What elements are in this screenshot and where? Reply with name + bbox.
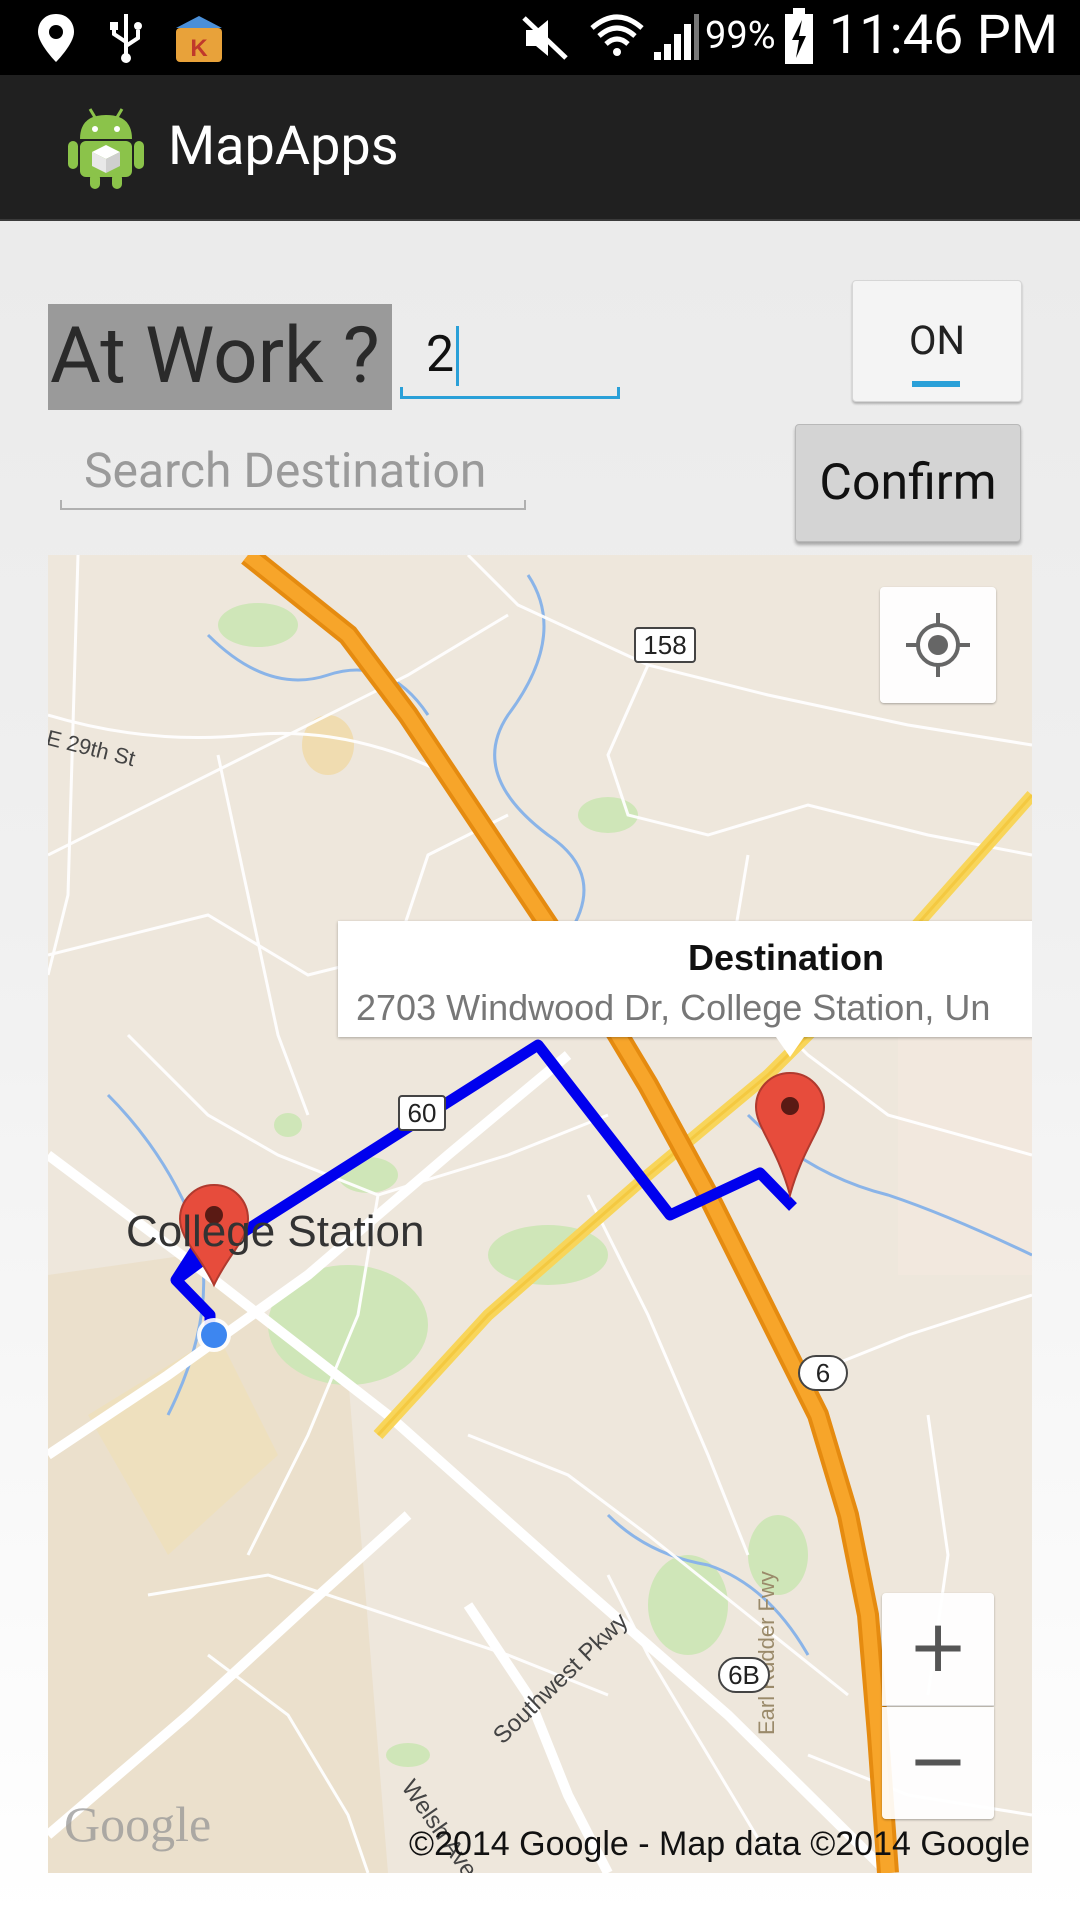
on-toggle-button[interactable]: ON [852,280,1022,402]
location-pin-icon [38,14,74,62]
toggle-indicator [912,381,960,387]
wifi-icon [590,14,644,56]
zoom-out-button[interactable]: − [882,1707,994,1819]
signal-icon [654,14,699,60]
kingroot-app-icon: K [176,16,222,62]
number-input-value: 2 [426,326,455,384]
zoom-in-button[interactable]: + [882,1593,994,1706]
svg-text:K: K [190,35,208,62]
input-underline-tick [524,500,526,510]
app-title: MapApps [168,115,399,178]
info-window-tail [776,1037,804,1057]
text-cursor [456,326,459,386]
route-shield-158: 158 [634,627,696,663]
info-window-address: 2703 Windwood Dr, College Station, Un [356,987,991,1028]
my-location-button[interactable] [880,587,996,703]
street-label: Earl Rudder Fwy [754,1571,779,1735]
at-work-label: At Work ? [48,304,392,410]
android-app-icon [68,108,144,189]
map-view[interactable]: E 29th St College Station Southwest Pkwy… [48,555,1032,1873]
search-destination-input[interactable]: Search Destination [60,434,526,510]
mute-icon [522,16,568,60]
input-underline-tick [400,387,403,399]
battery-percent: 99% [705,14,776,58]
route-shield-60: 60 [398,1095,446,1131]
search-placeholder: Search Destination [84,442,487,499]
battery-charging-icon [785,8,813,64]
number-input[interactable]: 2 [400,318,620,399]
input-underline-tick [617,387,620,399]
route-shield-6b: 6B [718,1657,770,1693]
route-shield-6: 6 [798,1355,848,1391]
confirm-button[interactable]: Confirm [795,424,1021,542]
usb-icon [110,14,142,63]
clock: 11:46 PM [828,4,1058,67]
info-window[interactable]: Destination 2703 Windwood Dr, College St… [338,921,1032,1037]
status-bar: K 99% 11:46 PM [0,0,1080,75]
action-bar: MapApps [0,75,1080,221]
crosshair-icon [906,613,970,677]
google-logo: Google [64,1796,212,1852]
map-copyright: ©2014 Google - Map data ©2014 Google [409,1825,1030,1863]
info-window-title: Destination [688,937,885,978]
toggle-label: ON [908,317,966,364]
input-underline-tick [60,500,62,510]
city-label: College Station [126,1207,425,1256]
